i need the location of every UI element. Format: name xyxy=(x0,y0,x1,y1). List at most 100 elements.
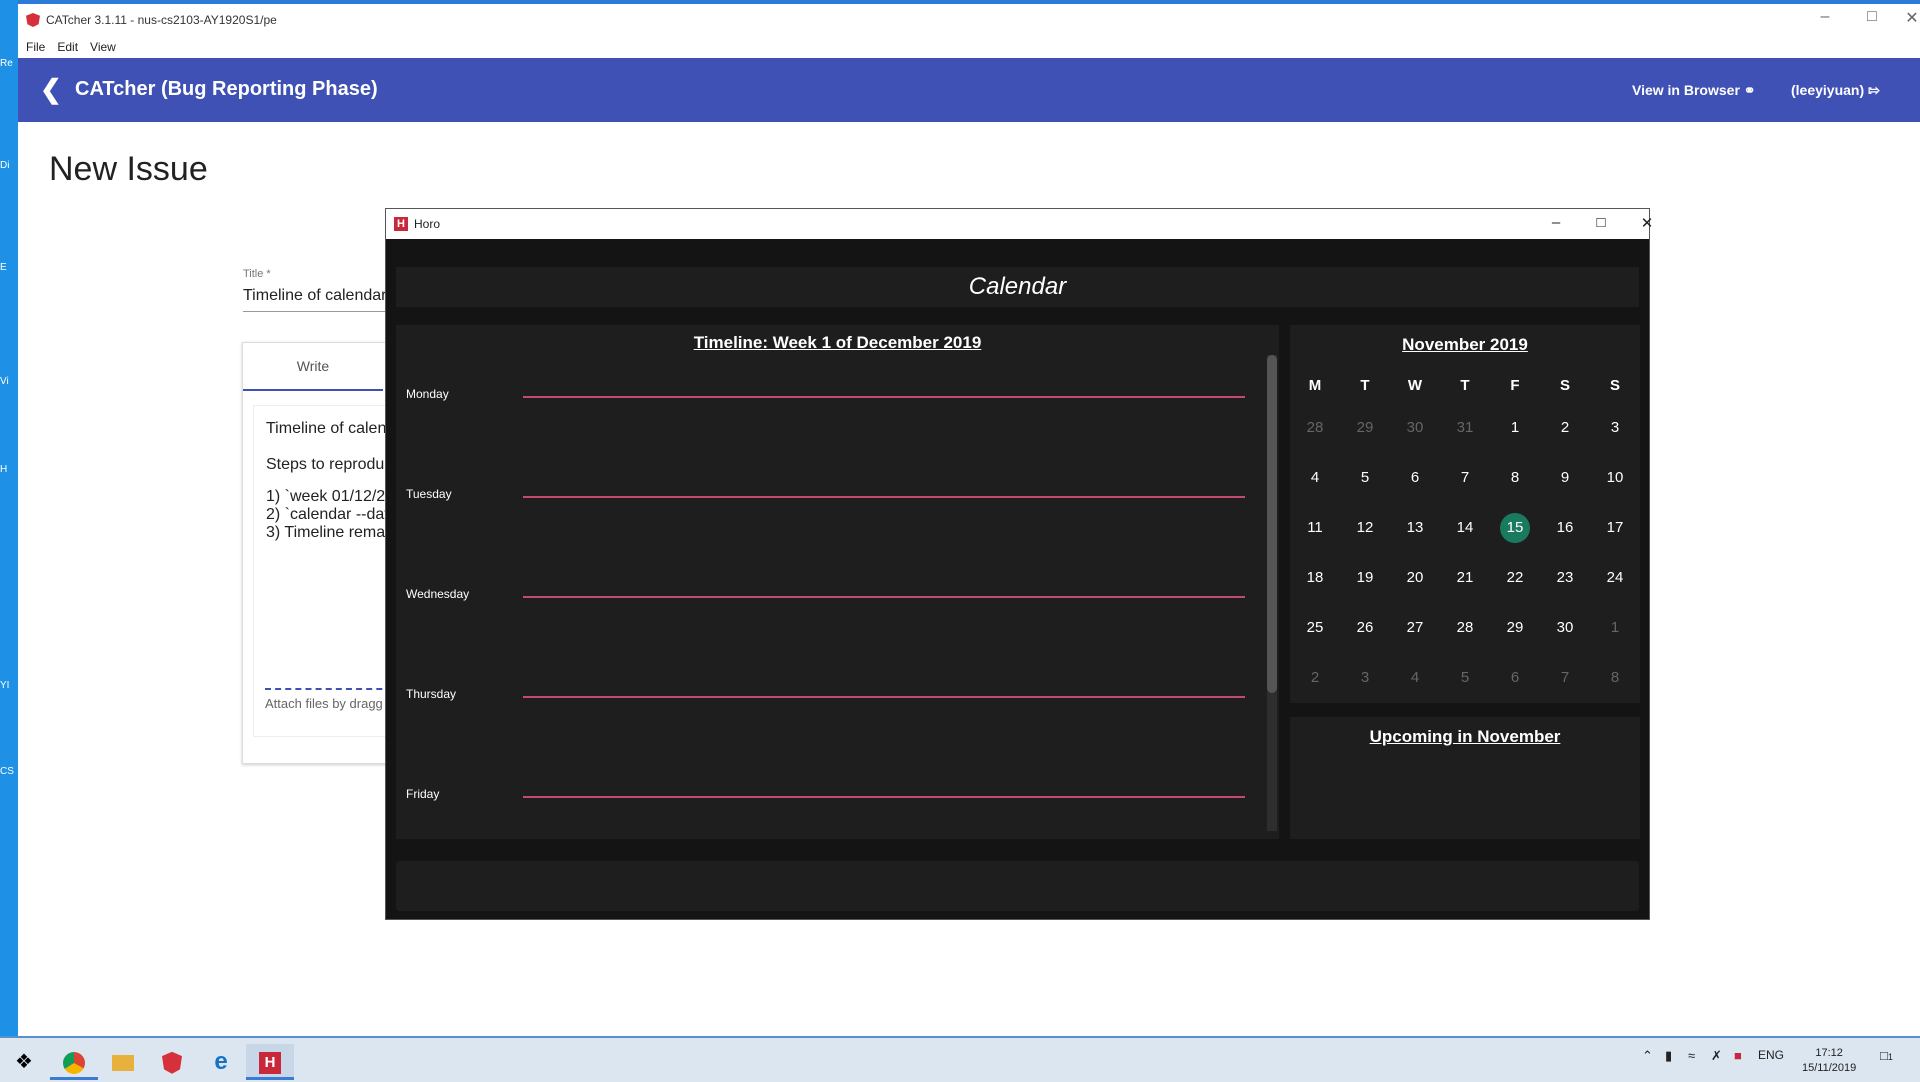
day-label-tuesday: Tuesday xyxy=(406,487,452,501)
calendar-day[interactable]: 6 xyxy=(1390,453,1440,503)
desktop-icon-label[interactable]: H xyxy=(0,464,18,475)
chevron-up-icon[interactable]: ⌃ xyxy=(1642,1048,1653,1064)
clock[interactable]: 17:12 15/11/2019 xyxy=(1802,1046,1856,1076)
calendar-week-row: 2345678 xyxy=(1290,653,1640,703)
desktop-icon-label[interactable]: Re xyxy=(0,58,18,69)
calendar-day[interactable]: 22 xyxy=(1490,553,1540,603)
back-arrow-icon[interactable]: ❮ xyxy=(40,74,62,105)
calendar-day[interactable]: 9 xyxy=(1540,453,1590,503)
catcher-titlebar[interactable]: CATcher 3.1.11 - nus-cs2103-AY1920S1/pe … xyxy=(18,4,1920,36)
timeline-line xyxy=(523,396,1245,398)
clock-time: 17:12 xyxy=(1815,1047,1843,1059)
calendar-day[interactable]: 29 xyxy=(1490,603,1540,653)
calendar-day[interactable]: 3 xyxy=(1340,653,1390,703)
calendar-day[interactable]: 8 xyxy=(1490,453,1540,503)
calendar-day[interactable]: 20 xyxy=(1390,553,1440,603)
close-icon[interactable]: ✕ xyxy=(1627,214,1667,232)
language-indicator[interactable]: ENG xyxy=(1758,1048,1784,1062)
calendar-day[interactable]: 4 xyxy=(1390,653,1440,703)
calendar-day[interactable]: 5 xyxy=(1340,453,1390,503)
calendar-day[interactable]: 21 xyxy=(1440,553,1490,603)
calendar-day[interactable]: 31 xyxy=(1440,403,1490,453)
calendar-day[interactable]: 1 xyxy=(1490,403,1540,453)
horo-icon[interactable]: H xyxy=(246,1044,294,1080)
chrome-icon[interactable] xyxy=(50,1044,98,1080)
timeline-scrollbar[interactable] xyxy=(1267,355,1277,831)
app-toolbar: ❮ CATcher (Bug Reporting Phase) View in … xyxy=(18,58,1920,122)
calendar-day[interactable]: 14 xyxy=(1440,503,1490,553)
maximize-icon[interactable]: □ xyxy=(1852,8,1892,26)
wifi-icon[interactable]: ≈ xyxy=(1688,1048,1695,1063)
desktop-strip xyxy=(0,0,18,1040)
calendar-day[interactable]: 28 xyxy=(1440,603,1490,653)
view-in-browser-label: View in Browser xyxy=(1632,82,1740,98)
minimize-icon[interactable]: – xyxy=(1805,8,1845,26)
timeline-panel: Timeline: Week 1 of December 2019 Monday… xyxy=(396,325,1279,839)
volume-muted-icon[interactable]: ✗ xyxy=(1711,1048,1722,1064)
start-icon[interactable]: ❖ xyxy=(0,1044,48,1080)
tab-write[interactable]: Write xyxy=(243,343,383,391)
calendar-day[interactable]: 2 xyxy=(1540,403,1590,453)
calendar-day[interactable]: 6 xyxy=(1490,653,1540,703)
link-icon: ⚭ xyxy=(1743,82,1756,98)
calendar-day[interactable]: 19 xyxy=(1340,553,1390,603)
edge-icon[interactable]: e xyxy=(197,1044,245,1080)
calendar-day[interactable]: 25 xyxy=(1290,603,1340,653)
calendar-day[interactable]: 18 xyxy=(1290,553,1340,603)
horo-tray-icon[interactable]: ■ xyxy=(1734,1048,1742,1063)
calendar-day[interactable]: 7 xyxy=(1540,653,1590,703)
calendar-day-today[interactable]: 15 xyxy=(1490,503,1540,553)
calendar-day[interactable]: 2 xyxy=(1290,653,1340,703)
calendar-day[interactable]: 7 xyxy=(1440,453,1490,503)
menu-file[interactable]: File xyxy=(26,40,45,54)
desktop-icon-label[interactable]: Di xyxy=(0,160,18,171)
file-explorer-icon[interactable] xyxy=(99,1044,147,1080)
calendar-day[interactable]: 30 xyxy=(1540,603,1590,653)
command-input[interactable] xyxy=(396,861,1639,911)
calendar-day[interactable]: 11 xyxy=(1290,503,1340,553)
view-in-browser-button[interactable]: View in Browser ⚭ xyxy=(1632,82,1756,99)
calendar-day[interactable]: 27 xyxy=(1390,603,1440,653)
calendar-day[interactable]: 13 xyxy=(1390,503,1440,553)
horo-titlebar[interactable]: H Horo – □ ✕ xyxy=(386,209,1653,239)
calendar-day[interactable]: 16 xyxy=(1540,503,1590,553)
scrollbar-thumb[interactable] xyxy=(1267,355,1277,693)
desktop-icon-label[interactable]: E xyxy=(0,262,18,273)
desktop-icon-label[interactable]: YI xyxy=(0,680,18,691)
desktop-icon-label[interactable]: CS xyxy=(0,766,18,777)
calendar-day[interactable]: 30 xyxy=(1390,403,1440,453)
calendar-week-row: 11 12 13 14 15 16 17 xyxy=(1290,503,1640,553)
notification-icon[interactable]: □1 xyxy=(1880,1048,1893,1063)
horo-window-title: Horo xyxy=(414,217,441,231)
calendar-day[interactable]: 26 xyxy=(1340,603,1390,653)
menu-edit[interactable]: Edit xyxy=(57,40,78,54)
calendar-grid: M T W T F S S 28 29 30 31 1 2 3 4 5 6 7 8 9 10 11 12 13 14 15 16 17… xyxy=(1290,369,1640,703)
weekday-label: S xyxy=(1559,377,1570,394)
calendar-day[interactable]: 4 xyxy=(1290,453,1340,503)
calendar-day[interactable]: 1 xyxy=(1590,603,1640,653)
calendar-day[interactable]: 23 xyxy=(1540,553,1590,603)
weekday-label: F xyxy=(1510,377,1520,394)
calendar-day[interactable]: 29 xyxy=(1340,403,1390,453)
minimize-icon[interactable]: – xyxy=(1536,214,1576,231)
calendar-day[interactable]: 8 xyxy=(1590,653,1640,703)
title-field-label: Title * xyxy=(243,268,271,280)
logout-button[interactable]: (leeyiyuan) ⇰ xyxy=(1791,82,1880,99)
weekday-label: M xyxy=(1308,377,1322,394)
calendar-day[interactable]: 5 xyxy=(1440,653,1490,703)
maximize-icon[interactable]: □ xyxy=(1581,214,1621,231)
calendar-day[interactable]: 28 xyxy=(1290,403,1340,453)
calendar-day[interactable]: 12 xyxy=(1340,503,1390,553)
upcoming-title: Upcoming in November xyxy=(1369,727,1561,746)
app-title: CATcher (Bug Reporting Phase) xyxy=(75,78,378,100)
calendar-day[interactable]: 10 xyxy=(1590,453,1640,503)
battery-icon[interactable]: ▮ xyxy=(1665,1048,1672,1064)
close-icon[interactable]: ✕ xyxy=(1892,8,1920,28)
username-label: (leeyiyuan) xyxy=(1791,82,1865,98)
desktop-icon-label[interactable]: Vi xyxy=(0,376,18,387)
calendar-day[interactable]: 24 xyxy=(1590,553,1640,603)
menu-view[interactable]: View xyxy=(90,40,116,54)
calendar-day[interactable]: 3 xyxy=(1590,403,1640,453)
calendar-day[interactable]: 17 xyxy=(1590,503,1640,553)
angular-icon[interactable] xyxy=(148,1044,196,1080)
